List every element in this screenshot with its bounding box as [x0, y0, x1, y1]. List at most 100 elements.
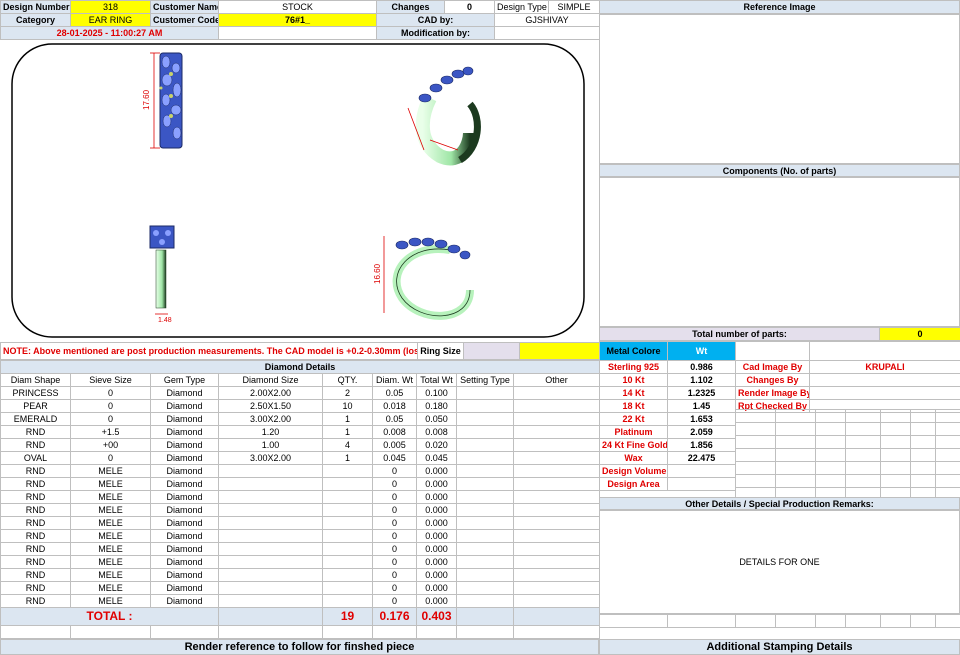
grid-cell[interactable] — [845, 435, 881, 449]
diamond-cell[interactable]: RND — [0, 555, 71, 569]
grid-cell[interactable] — [775, 435, 816, 449]
diamond-cell[interactable] — [218, 581, 323, 595]
grid-cell[interactable] — [880, 435, 911, 449]
diamond-cell[interactable] — [218, 477, 323, 491]
ring-size-value[interactable] — [463, 342, 520, 360]
grid-cell[interactable] — [880, 461, 911, 475]
grid-cell[interactable] — [815, 435, 846, 449]
diamond-cell[interactable] — [322, 477, 373, 491]
diamond-cell[interactable]: RND — [0, 542, 71, 556]
design-number-value[interactable]: 318 — [70, 0, 151, 14]
diamond-cell[interactable]: +1.5 — [70, 425, 151, 439]
diamond-cell[interactable]: Diamond — [150, 451, 219, 465]
grid-cell[interactable] — [735, 422, 776, 436]
diamond-cell[interactable]: RND — [0, 425, 71, 439]
diamond-cell[interactable] — [513, 529, 600, 543]
diamond-cell[interactable]: MELE — [70, 568, 151, 582]
diamond-cell[interactable] — [456, 399, 514, 413]
diamond-cell[interactable]: PEAR — [0, 399, 71, 413]
diamond-cell[interactable]: Diamond — [150, 399, 219, 413]
diamond-cell[interactable]: 0.000 — [416, 568, 457, 582]
grid-cell[interactable] — [735, 474, 776, 488]
grid-cell[interactable] — [910, 474, 936, 488]
diamond-cell[interactable]: RND — [0, 490, 71, 504]
grid-cell[interactable] — [910, 461, 936, 475]
diamond-cell[interactable]: 0 — [372, 516, 417, 530]
diamond-cell[interactable]: PRINCESS — [0, 386, 71, 400]
diamond-cell[interactable]: 0.000 — [416, 529, 457, 543]
diamond-cell[interactable]: 0 — [372, 464, 417, 478]
grid-cell[interactable] — [775, 461, 816, 475]
diamond-cell[interactable]: 0.000 — [416, 542, 457, 556]
diamond-cell[interactable]: +00 — [70, 438, 151, 452]
diamond-cell[interactable]: RND — [0, 438, 71, 452]
grid-cell[interactable] — [815, 409, 846, 423]
diamond-cell[interactable]: Diamond — [150, 438, 219, 452]
metal-weight[interactable]: 2.059 — [667, 425, 736, 439]
diamond-cell[interactable]: MELE — [70, 581, 151, 595]
diamond-cell[interactable] — [513, 386, 600, 400]
total-parts-value[interactable]: 0 — [879, 327, 960, 341]
metal-weight[interactable]: 1.653 — [667, 412, 736, 426]
diamond-cell[interactable]: 0.008 — [416, 425, 457, 439]
grid-cell[interactable] — [935, 422, 960, 436]
diamond-cell[interactable] — [218, 464, 323, 478]
diamond-cell[interactable]: 0 — [372, 581, 417, 595]
diamond-cell[interactable]: 0.180 — [416, 399, 457, 413]
diamond-cell[interactable]: 0.000 — [416, 594, 457, 608]
grid-cell[interactable] — [775, 448, 816, 462]
grid-cell[interactable] — [815, 474, 846, 488]
diamond-cell[interactable] — [218, 529, 323, 543]
diamond-cell[interactable]: Diamond — [150, 529, 219, 543]
diamond-cell[interactable]: MELE — [70, 594, 151, 608]
diamond-cell[interactable]: 0.045 — [416, 451, 457, 465]
grid-cell[interactable] — [845, 461, 881, 475]
category-value[interactable]: EAR RING — [70, 13, 151, 27]
diamond-cell[interactable] — [456, 529, 514, 543]
grid-cell[interactable] — [910, 409, 936, 423]
diamond-cell[interactable]: Diamond — [150, 568, 219, 582]
diamond-cell[interactable] — [513, 490, 600, 504]
diamond-cell[interactable] — [513, 503, 600, 517]
metal-weight[interactable]: 0.986 — [667, 360, 736, 374]
diamond-cell[interactable] — [456, 464, 514, 478]
diamond-cell[interactable]: 0.000 — [416, 464, 457, 478]
diamond-cell[interactable] — [513, 464, 600, 478]
diamond-cell[interactable]: 1 — [322, 451, 373, 465]
grid-cell[interactable] — [815, 448, 846, 462]
grid-cell[interactable] — [845, 474, 881, 488]
diamond-cell[interactable]: 0 — [70, 412, 151, 426]
diamond-cell[interactable]: 0.05 — [372, 386, 417, 400]
diamond-cell[interactable] — [456, 555, 514, 569]
diamond-cell[interactable]: RND — [0, 529, 71, 543]
reference-image-area[interactable] — [599, 14, 960, 164]
diamond-cell[interactable]: 4 — [322, 438, 373, 452]
grid-cell[interactable] — [935, 461, 960, 475]
diamond-cell[interactable]: 0.05 — [372, 412, 417, 426]
diamond-cell[interactable] — [322, 464, 373, 478]
diamond-cell[interactable] — [322, 529, 373, 543]
diamond-cell[interactable]: Diamond — [150, 542, 219, 556]
diamond-cell[interactable]: 0 — [70, 399, 151, 413]
diamond-cell[interactable]: 0 — [372, 477, 417, 491]
diamond-cell[interactable] — [513, 451, 600, 465]
diamond-cell[interactable]: 0.000 — [416, 516, 457, 530]
diamond-cell[interactable]: Diamond — [150, 477, 219, 491]
diamond-cell[interactable]: RND — [0, 503, 71, 517]
grid-cell[interactable] — [935, 409, 960, 423]
metal-weight[interactable]: 1.102 — [667, 373, 736, 387]
diamond-cell[interactable]: Diamond — [150, 464, 219, 478]
diamond-cell[interactable]: RND — [0, 516, 71, 530]
grid-cell[interactable] — [775, 474, 816, 488]
metal-weight[interactable]: 22.475 — [667, 451, 736, 465]
changes-value[interactable]: 0 — [444, 0, 495, 14]
diamond-cell[interactable]: 3.00X2.00 — [218, 451, 323, 465]
diamond-cell[interactable]: RND — [0, 581, 71, 595]
diamond-cell[interactable]: 0.000 — [416, 477, 457, 491]
diamond-cell[interactable]: 10 — [322, 399, 373, 413]
components-area[interactable] — [599, 177, 960, 327]
grid-cell[interactable] — [845, 409, 881, 423]
diamond-cell[interactable] — [218, 594, 323, 608]
grid-cell[interactable] — [815, 422, 846, 436]
diamond-cell[interactable] — [513, 568, 600, 582]
